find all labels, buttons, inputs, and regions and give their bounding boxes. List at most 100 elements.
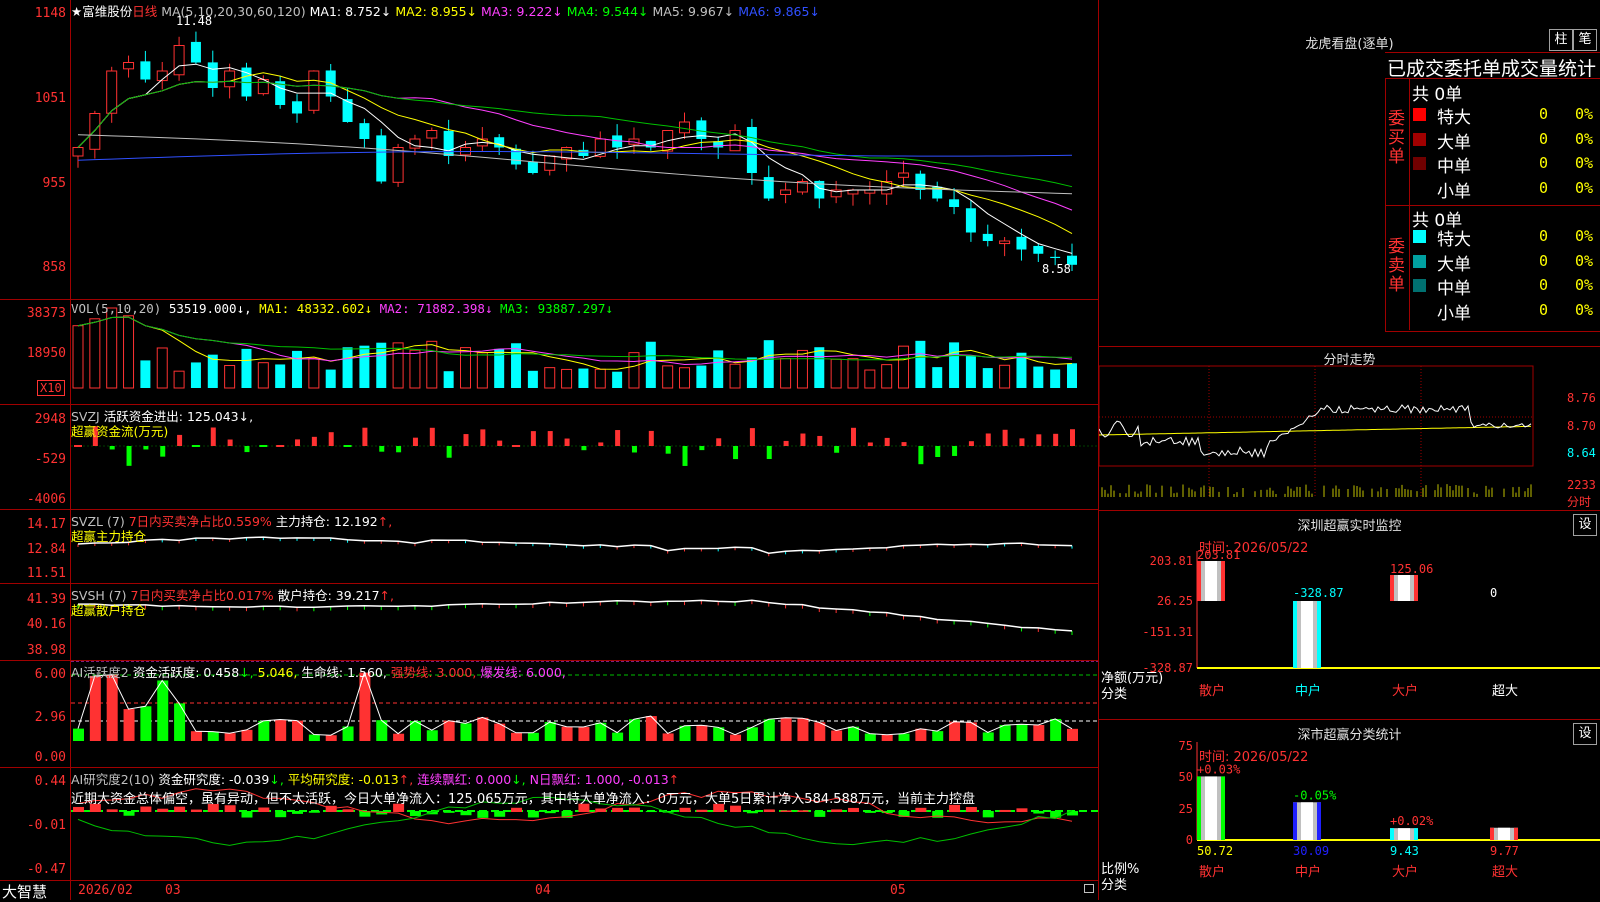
bar-view-button[interactable]: 柱 [1549, 29, 1573, 51]
volume-bar [965, 355, 976, 388]
class-bar [1197, 561, 1225, 601]
ai2-bar [797, 810, 809, 812]
low-price-mark: 8.58 [1042, 262, 1071, 276]
ai2-bar [679, 807, 691, 812]
x-axis-divider [70, 881, 71, 900]
ma-value: MA4: 9.544↓ [566, 4, 653, 19]
volume-bar [308, 357, 320, 389]
volume-bar [729, 363, 741, 389]
intraday-vol-unit: 分时 [1567, 495, 1592, 509]
ai1-bar [780, 717, 792, 741]
ma-values: MA1: 8.752↓ MA2: 8.955↓ MA3: 9.222↓ MA4:… [310, 4, 820, 19]
svsh-panel[interactable]: 41.39 40.16 38.98 SVSH (7) 7日内买卖净占比0.017… [0, 584, 1098, 661]
candle-body [898, 172, 910, 178]
volume-bar [376, 342, 387, 388]
ai2-bar [1016, 808, 1028, 812]
volume-bar [662, 365, 674, 389]
svzj-bar [716, 438, 722, 446]
lock-icon[interactable] [1084, 884, 1094, 893]
ai2-bar [477, 811, 489, 818]
ai2-bar [982, 811, 994, 818]
volume-bar [864, 369, 876, 389]
ai1-value2: 5.046 [257, 665, 294, 680]
y-tick-label: 0 [1186, 833, 1193, 847]
order-size-label: 小单 [1437, 303, 1471, 324]
svzj-bar [968, 441, 974, 446]
ai1-bar [258, 720, 270, 741]
order-percent: 0% [1575, 178, 1594, 197]
ai2-bar [190, 809, 202, 812]
volume-bar [476, 352, 488, 389]
bar-value-label: -0.05% [1293, 788, 1337, 802]
class-name-label: 大户 [1392, 864, 1418, 880]
svzj-bar [311, 436, 317, 446]
period-label[interactable]: 日线 [132, 4, 157, 19]
svzl-value: 12.192 [334, 514, 378, 529]
order-size-label: 中单 [1437, 279, 1471, 299]
svzj-bar [244, 446, 250, 453]
ai1-bar [325, 735, 337, 741]
ai-activity-panel[interactable]: 6.00 2.96 0.00 AI活跃度2 资金活跃度: 0.458↓, 5.0… [0, 661, 1098, 768]
ai2-bar [864, 811, 876, 813]
sz-stats-panel[interactable]: 深市超赢分类统计 设 时间: 2026/05/22 75 50 25 0 +0.03% 散… [1099, 720, 1600, 900]
order-size-label: 特大 [1437, 230, 1471, 250]
intraday-chart[interactable] [1099, 347, 1600, 510]
ai2-bar [831, 809, 843, 812]
svzj-bar [884, 437, 890, 446]
kline-chart[interactable] [0, 0, 1098, 299]
y-tick-label: -151.31 [1142, 625, 1193, 639]
sz-stats-chart[interactable]: 75 50 25 0 +0.03% 散户 -0.05% 中户 +0.02% 大户 超大 50.72 30… [1099, 720, 1600, 900]
ai1-bar [949, 721, 961, 741]
candle-body [999, 240, 1011, 245]
intraday-panel[interactable]: 分时走势 8.76 8.70 8.64 2233 分时 [1099, 347, 1600, 510]
ma2-line [77, 72, 1073, 235]
svzj-bar [564, 438, 570, 446]
volume-bar [696, 365, 707, 388]
svzj-panel[interactable]: 2948 -529 -4006 SVZJ 活跃资金进出: 125.043↓, 超… [0, 405, 1098, 510]
dragon-title: 龙虎看盘(逐单) [1305, 37, 1394, 52]
volume-bar [140, 360, 151, 388]
ai1-bar [511, 732, 523, 741]
dragon-tiger-panel[interactable]: 龙虎看盘(逐单) 柱 笔 已成交委托单成交量统计 委买单 委卖单 共 0单 共 … [1099, 0, 1600, 346]
class-bar [1293, 802, 1321, 840]
volume-bar [325, 369, 336, 388]
class-bar [1197, 776, 1225, 840]
order-percent: 0% [1575, 227, 1594, 245]
ai1-bar [999, 725, 1011, 741]
svzj-bar [295, 439, 301, 446]
ai2-bar [814, 811, 826, 817]
bar-edge [1197, 776, 1201, 840]
ai1-life-label: 生命线: [301, 665, 344, 680]
order-count: 0 [1539, 154, 1549, 172]
volume-bar [1050, 369, 1061, 388]
volume-panel[interactable]: 38373 18950 X10 VOL(5,10,20) 53519.000↓,… [0, 300, 1098, 405]
svzl-line [77, 536, 1073, 554]
sz-monitor-panel[interactable]: 深圳超赢实时监控 设 时间: 2026/05/22 203.81 26.25 -15… [1099, 511, 1600, 719]
order-size-label: 特大 [1437, 108, 1471, 128]
svzj-bar [850, 427, 856, 446]
kline-panel[interactable]: 1148 1051 955 858 ★富维股份日线 MA(5,10,20,30,… [0, 0, 1098, 300]
candle-body [746, 126, 757, 173]
sz-monitor-chart[interactable]: 203.8126.25-151.31-328.87203.81散户-328.87… [1099, 511, 1600, 719]
volume-bar [544, 367, 556, 389]
bar-edge [1293, 802, 1297, 840]
order-percent: 0% [1575, 276, 1594, 294]
ma-value: MA2: 8.955↓ [395, 4, 482, 19]
ma3-line [77, 80, 1073, 211]
y-tick-label: 50 [1179, 770, 1193, 784]
ai-research-panel[interactable]: 0.44 -0.01 -0.47 AI研究度2(10) 资金研究度: -0.03… [0, 768, 1098, 881]
volume-bar [612, 371, 623, 388]
ma-value: MA5: 9.967↓ [652, 4, 739, 19]
svzl-panel[interactable]: 14.17 12.84 11.51 SVZL (7) 7日内买卖净占比0.559… [0, 510, 1098, 584]
stock-name: ★富维股份 [71, 4, 133, 19]
candle-body [392, 147, 404, 183]
bar-value-label: 50.72 [1197, 844, 1233, 858]
ai1-bar [881, 734, 893, 741]
intraday-y-label: 8.70 [1567, 419, 1596, 433]
tick-view-button[interactable]: 笔 [1573, 29, 1597, 51]
ai1-bar [527, 732, 539, 741]
ai2-bar [628, 807, 640, 812]
candle-body [140, 61, 151, 80]
class-bar [1293, 601, 1321, 668]
bar-edge [1221, 561, 1225, 601]
